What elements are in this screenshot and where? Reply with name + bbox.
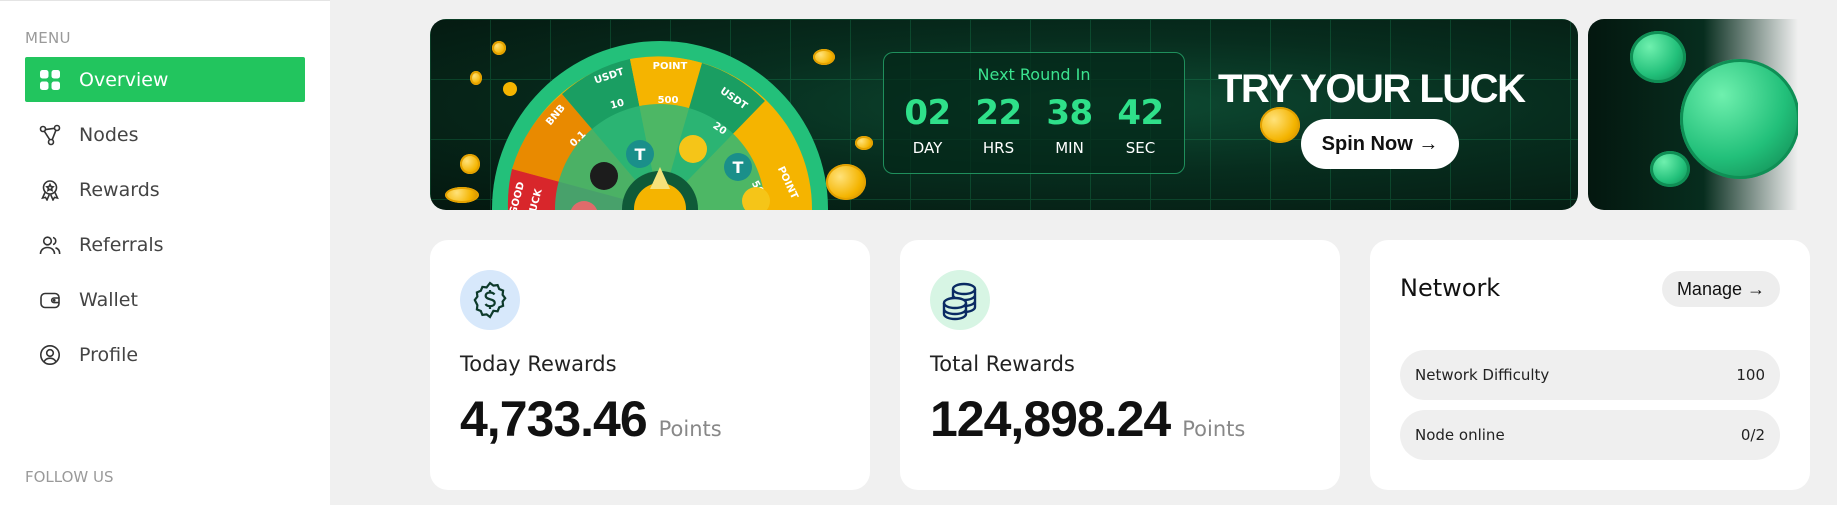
countdown-timer: Next Round In 02 DAY 22 HRS 38 MIN 42 SE… xyxy=(883,52,1185,174)
spin-now-button[interactable]: Spin Now → xyxy=(1301,119,1459,169)
reward-amount: 4,733.46 xyxy=(460,391,648,447)
green-token-icon xyxy=(1630,31,1686,83)
countdown-days: 02 DAY xyxy=(897,93,959,157)
network-difficulty-row: Network Difficulty 100 xyxy=(1400,350,1780,400)
stat-value: 100 xyxy=(1736,366,1765,384)
gold-coin-icon xyxy=(492,41,506,55)
wheel-label: POINT xyxy=(653,61,688,72)
wallet-icon xyxy=(35,285,65,315)
today-rewards-value: 4,733.46 Points xyxy=(460,390,722,448)
countdown-value: 02 xyxy=(904,93,951,133)
nodes-icon xyxy=(35,120,65,150)
svg-text:T: T xyxy=(635,145,646,164)
node-online-row: Node online 0/2 xyxy=(1400,410,1780,460)
countdown-seconds: 42 SEC xyxy=(1110,93,1172,157)
total-rewards-card: Total Rewards 124,898.24 Points xyxy=(900,240,1340,490)
reward-amount: 124,898.24 xyxy=(930,391,1171,447)
lucky-spin-banner[interactable]: USDT POINT BNB 10 500 USDT 0.1 20 GOOD L… xyxy=(430,19,1578,210)
gold-coin-icon xyxy=(445,187,479,203)
grid-icon xyxy=(35,65,65,95)
reward-unit: Points xyxy=(658,417,722,441)
sidebar: MENU Overview Nodes Rewards Referrals Wa… xyxy=(0,0,330,505)
prize-wheel-illustration: USDT POINT BNB 10 500 USDT 0.1 20 GOOD L… xyxy=(492,41,828,210)
stat-label: Network Difficulty xyxy=(1415,366,1550,384)
rewards-icon xyxy=(35,175,65,205)
users-icon xyxy=(35,230,65,260)
countdown-title: Next Round In xyxy=(977,65,1091,84)
dollar-badge-icon xyxy=(460,270,520,330)
network-card: Network Manage → Network Difficulty 100 … xyxy=(1370,240,1810,490)
countdown-label: DAY xyxy=(912,139,943,157)
green-token-icon xyxy=(1680,59,1798,179)
countdown-hours: 22 HRS xyxy=(968,93,1030,157)
sidebar-item-label: Profile xyxy=(79,343,139,366)
countdown-label: SEC xyxy=(1125,139,1156,157)
sidebar-item-label: Referrals xyxy=(79,233,164,256)
sidebar-item-label: Wallet xyxy=(79,288,138,311)
countdown-value: 42 xyxy=(1117,93,1164,133)
countdown-label: MIN xyxy=(1055,139,1084,157)
sidebar-nav: Overview Nodes Rewards Referrals Wallet xyxy=(25,57,305,387)
gold-coin-icon xyxy=(470,71,482,85)
stat-value: 0/2 xyxy=(1740,426,1765,444)
card-label: Total Rewards xyxy=(930,352,1075,376)
sidebar-item-label: Rewards xyxy=(79,178,160,201)
countdown-label: HRS xyxy=(982,139,1015,157)
profile-icon xyxy=(35,340,65,370)
sidebar-item-nodes[interactable]: Nodes xyxy=(25,112,305,157)
today-rewards-card: Today Rewards 4,733.46 Points xyxy=(430,240,870,490)
sidebar-item-overview[interactable]: Overview xyxy=(25,57,305,102)
stat-label: Node online xyxy=(1415,426,1505,444)
total-rewards-value: 124,898.24 Points xyxy=(930,390,1245,448)
reward-unit: Points xyxy=(1182,417,1246,441)
countdown-minutes: 38 MIN xyxy=(1039,93,1101,157)
coins-icon xyxy=(930,270,990,330)
green-token-icon xyxy=(1650,151,1690,187)
gold-coin-icon xyxy=(826,164,866,200)
banner-headline: TRY YOUR LUCK xyxy=(1218,67,1526,111)
sidebar-item-wallet[interactable]: Wallet xyxy=(25,277,305,322)
sidebar-item-label: Overview xyxy=(79,68,169,91)
gold-coin-icon xyxy=(460,154,480,174)
gold-coin-icon xyxy=(813,49,835,65)
svg-text:T: T xyxy=(733,158,744,177)
sidebar-item-label: Nodes xyxy=(79,123,139,146)
manage-button[interactable]: Manage → xyxy=(1661,271,1780,307)
network-title: Network xyxy=(1400,274,1501,302)
countdown-value: 22 xyxy=(975,93,1022,133)
sidebar-item-referrals[interactable]: Referrals xyxy=(25,222,305,267)
countdown-value: 38 xyxy=(1046,93,1093,133)
gold-coin-icon xyxy=(855,136,873,150)
follow-us-heading: FOLLOW US xyxy=(25,468,114,486)
menu-heading: MENU xyxy=(25,29,71,47)
wheel-label: 500 xyxy=(658,95,679,106)
sidebar-item-profile[interactable]: Profile xyxy=(25,332,305,377)
card-label: Today Rewards xyxy=(460,352,617,376)
secondary-promo-banner[interactable] xyxy=(1588,19,1798,210)
gold-coin-icon xyxy=(1260,107,1300,143)
sidebar-item-rewards[interactable]: Rewards xyxy=(25,167,305,212)
